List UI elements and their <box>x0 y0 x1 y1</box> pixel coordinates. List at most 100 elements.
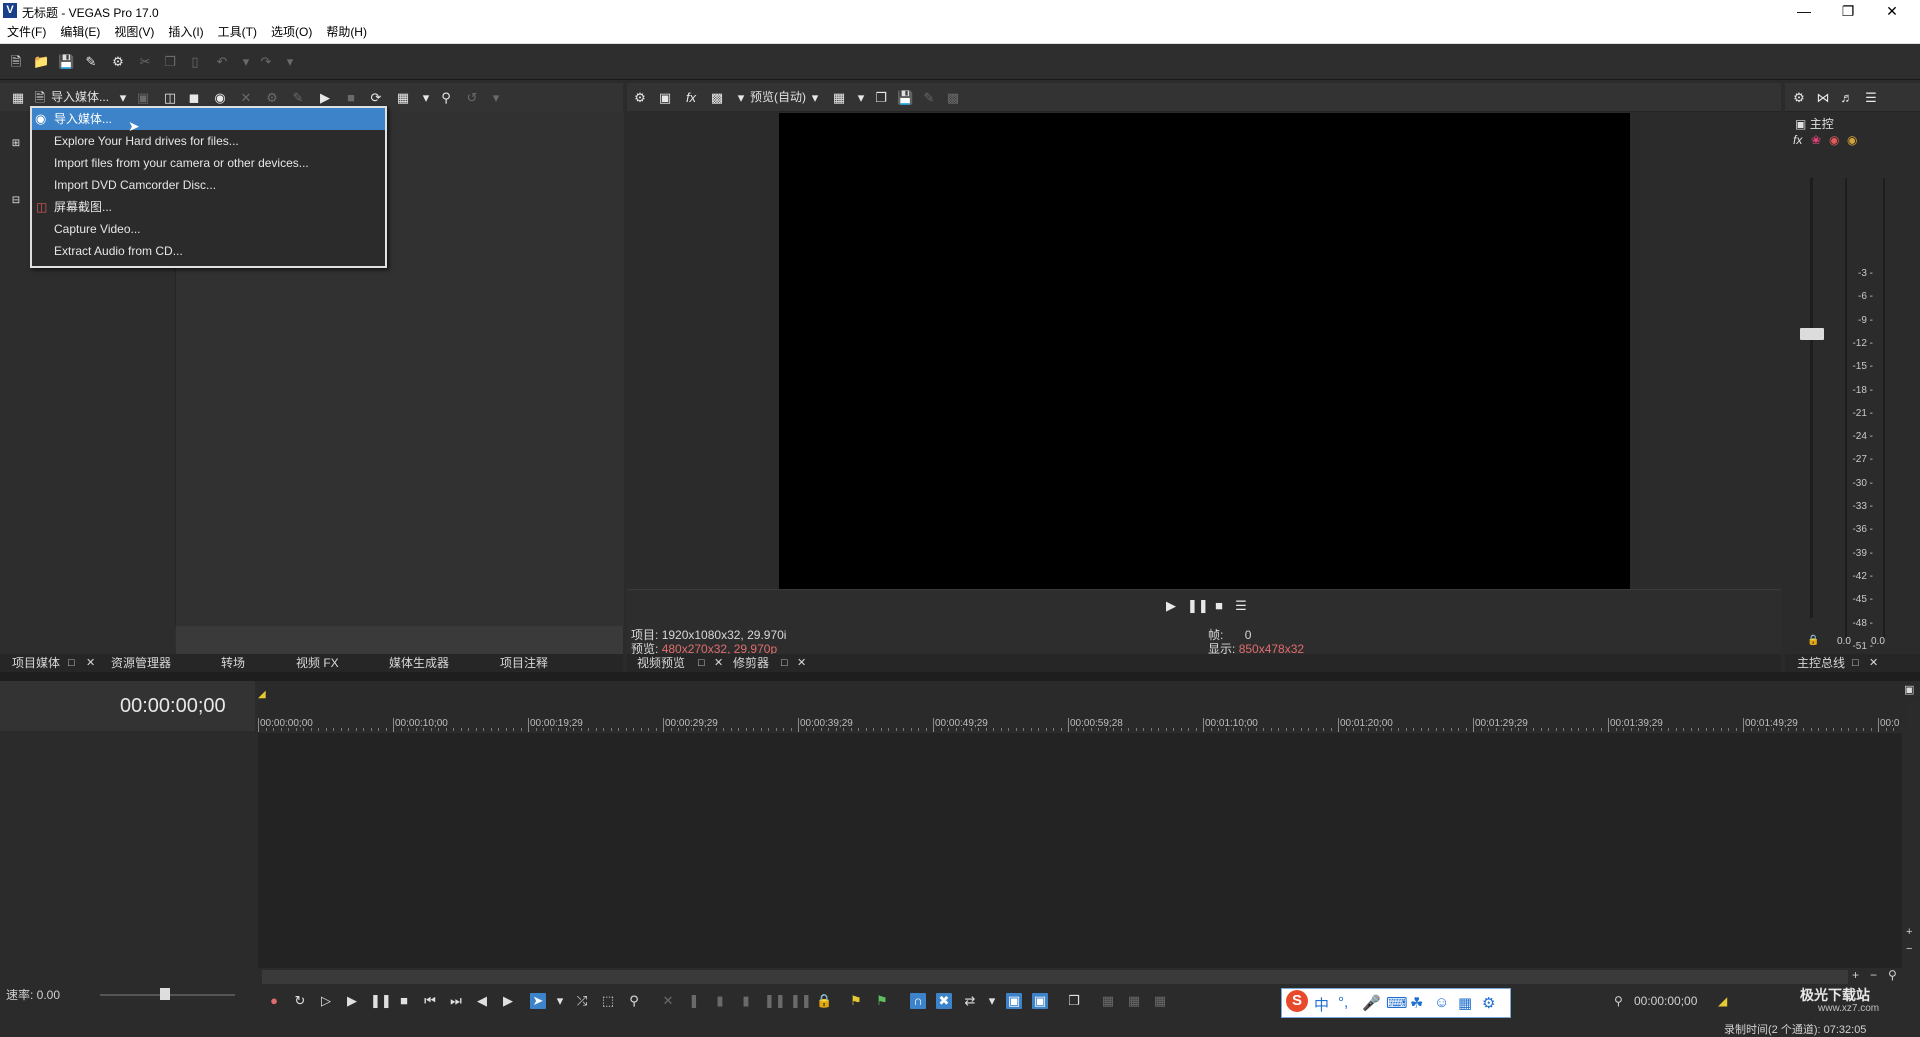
tab-media-generators[interactable]: 媒体生成器 <box>383 654 449 672</box>
minimize-icon[interactable]: — <box>1782 0 1826 23</box>
lock-envelopes-icon[interactable]: ▣ <box>1006 993 1022 1009</box>
media-tag-icon[interactable]: ◼ <box>186 90 202 106</box>
close-icon[interactable]: ✕ <box>1870 0 1914 23</box>
menu-edit[interactable]: 编辑(E) <box>53 23 107 42</box>
envelope-tool-icon[interactable]: ⤮ <box>574 993 590 1009</box>
menu-item-import-dvd[interactable]: Import DVD Camcorder Disc... <box>32 174 385 196</box>
ime-emoji-icon[interactable]: ☺ <box>1434 994 1449 1011</box>
tab-video-fx[interactable]: 视频 FX <box>290 654 339 672</box>
ime-settings-icon[interactable]: ⚙ <box>1482 994 1495 1012</box>
quality-dropdown-icon[interactable]: ▾ <box>807 90 823 106</box>
preview-quality-dropdown[interactable]: 预览(自动) <box>750 89 806 106</box>
insert-marker-icon[interactable]: ⚑ <box>848 993 864 1009</box>
split-dropdown-icon[interactable]: ▾ <box>733 90 749 106</box>
tab-master-bus[interactable]: 主控总线 <box>1791 654 1845 672</box>
timeline-options-icon[interactable]: ▣ <box>1904 683 1918 697</box>
master-mute-icon[interactable]: ◉ <box>1829 133 1839 147</box>
ime-keyboard-icon[interactable]: ⌨ <box>1386 994 1408 1012</box>
post-edit-icon[interactable]: ▦ <box>1152 993 1168 1009</box>
play-icon[interactable]: ▶ <box>344 993 360 1009</box>
capture-icon[interactable]: ▣ <box>135 90 151 106</box>
nested-icon[interactable]: ▦ <box>1100 993 1116 1009</box>
master-fader-handle[interactable] <box>1800 328 1824 340</box>
menu-view[interactable]: 视图(V) <box>107 23 161 42</box>
zoom-in-vertical-icon[interactable]: + <box>1906 926 1912 938</box>
video-fx-icon[interactable]: fx <box>683 90 699 106</box>
properties-gear-icon[interactable]: ⚙ <box>110 54 126 70</box>
menu-item-capture-video[interactable]: Capture Video... <box>32 218 385 240</box>
menu-item-screen-capture[interactable]: ◫ 屏幕截图... <box>32 196 385 218</box>
tab-video-preview-close[interactable]: ✕ <box>708 654 723 672</box>
previous-frame-icon[interactable]: ◀ <box>474 993 490 1009</box>
auto-ripple-icon[interactable]: ⇄ <box>962 993 978 1009</box>
tab-trimmer-close[interactable]: ✕ <box>791 654 806 672</box>
tab-video-preview[interactable]: 视频预览 <box>631 654 685 672</box>
redo-icon[interactable]: ↷ <box>258 54 274 70</box>
media-scrollbar[interactable] <box>176 626 623 654</box>
view-toggle-icon[interactable]: ▦ <box>10 90 26 106</box>
master-checkbox-icon[interactable]: ▣ <box>1795 117 1806 131</box>
trim-end-icon[interactable]: ▮ <box>738 993 754 1009</box>
search-icon[interactable]: ⚲ <box>438 90 454 106</box>
refresh-dropdown-icon[interactable]: ▾ <box>488 90 504 106</box>
ime-mic-icon[interactable]: 🎤 <box>1362 994 1381 1012</box>
menu-help[interactable]: 帮助(H) <box>319 23 374 42</box>
refresh-icon[interactable]: ↺ <box>464 90 480 106</box>
menu-item-extract-audio[interactable]: Extract Audio from CD... <box>32 240 385 262</box>
split-icon[interactable]: ❚❚ <box>764 993 786 1009</box>
snapping-magnet-icon[interactable]: ∩ <box>910 993 926 1009</box>
preview-menu-icon[interactable]: ☰ <box>1233 598 1249 614</box>
undo-icon[interactable]: ↶ <box>214 54 230 70</box>
track-area[interactable] <box>258 733 1906 968</box>
tab-explorer[interactable]: 资源管理器 <box>105 654 171 672</box>
paste-icon[interactable]: ▯ <box>187 54 203 70</box>
ime-skin-icon[interactable]: ☘ <box>1410 994 1423 1012</box>
edit-tool-dropdown-icon[interactable]: ▾ <box>552 993 568 1009</box>
tab-project-media-close[interactable]: ✕ <box>80 654 95 672</box>
web-media-icon[interactable]: ◉ <box>212 90 228 106</box>
copy-icon[interactable]: ❐ <box>162 54 178 70</box>
tree-collapse-icon[interactable]: ⊟ <box>8 193 24 209</box>
menu-insert[interactable]: 插入(I) <box>161 23 210 42</box>
auto-preview-disabled-icon[interactable]: ▦ <box>1126 993 1142 1009</box>
timecode-display[interactable]: 00:00:00;00 <box>120 695 226 718</box>
zoom-in-icon[interactable]: + <box>1852 968 1859 982</box>
downmix-icon[interactable]: ⋈ <box>1815 90 1831 106</box>
pause-icon[interactable]: ❚❚ <box>370 993 392 1009</box>
cut-icon[interactable]: ✂ <box>137 54 153 70</box>
selection-tool-icon[interactable]: ⬚ <box>600 993 616 1009</box>
ignore-grouping-icon[interactable]: ▣ <box>1032 993 1048 1009</box>
tab-video-preview-float[interactable]: □ <box>692 654 705 672</box>
tab-project-notes[interactable]: 项目注释 <box>494 654 548 672</box>
restore-icon[interactable]: ❐ <box>1826 0 1870 23</box>
rate-slider-handle[interactable] <box>160 988 170 1000</box>
split-alt-icon[interactable]: ❚❚ <box>790 993 812 1009</box>
overlays-grid-icon[interactable]: ▦ <box>831 90 847 106</box>
vertical-scrollbar[interactable]: + − <box>1902 733 1920 968</box>
new-file-icon[interactable]: 🗎 <box>8 54 24 70</box>
tab-project-media-float[interactable]: □ <box>62 654 75 672</box>
trim-icon[interactable]: ❚ <box>686 993 702 1009</box>
save-icon[interactable]: 💾 <box>58 54 74 70</box>
screen-capture-icon[interactable]: ◫ <box>162 90 178 106</box>
event-pan-crop-icon[interactable]: ❒ <box>1066 993 1082 1009</box>
panel-splitter[interactable] <box>0 672 1920 681</box>
go-to-start-icon[interactable]: ⏮ <box>422 993 438 1009</box>
horizontal-scrollbar[interactable] <box>262 970 1848 984</box>
preview-stop-icon[interactable]: ■ <box>1211 598 1227 614</box>
fullscreen-icon[interactable]: ▩ <box>945 90 961 106</box>
preview-pause-icon[interactable]: ❚❚ <box>1187 598 1209 614</box>
master-fx-icon[interactable]: fx <box>1793 133 1802 147</box>
stop-icon[interactable]: ■ <box>396 993 412 1009</box>
timeline-ruler[interactable]: 00:00:00;00 00:00:10;00 00:00:19;29 00:00:2… <box>258 700 1906 732</box>
ripple-dropdown-icon[interactable]: ▾ <box>984 993 1000 1009</box>
undo-dropdown-icon[interactable]: ▾ <box>238 54 254 70</box>
chevron-down-icon[interactable]: ▾ <box>115 90 131 106</box>
external-monitor-icon[interactable]: ✎ <box>921 90 937 106</box>
trim-start-icon[interactable]: ▮ <box>712 993 728 1009</box>
insert-region-icon[interactable]: ⚑ <box>874 993 890 1009</box>
master-settings-gear-icon[interactable]: ⚙ <box>1791 90 1807 106</box>
record-icon[interactable]: ● <box>266 993 282 1009</box>
ime-logo-icon[interactable]: S <box>1286 990 1308 1012</box>
tree-expand-icon[interactable]: ⊞ <box>8 136 24 152</box>
